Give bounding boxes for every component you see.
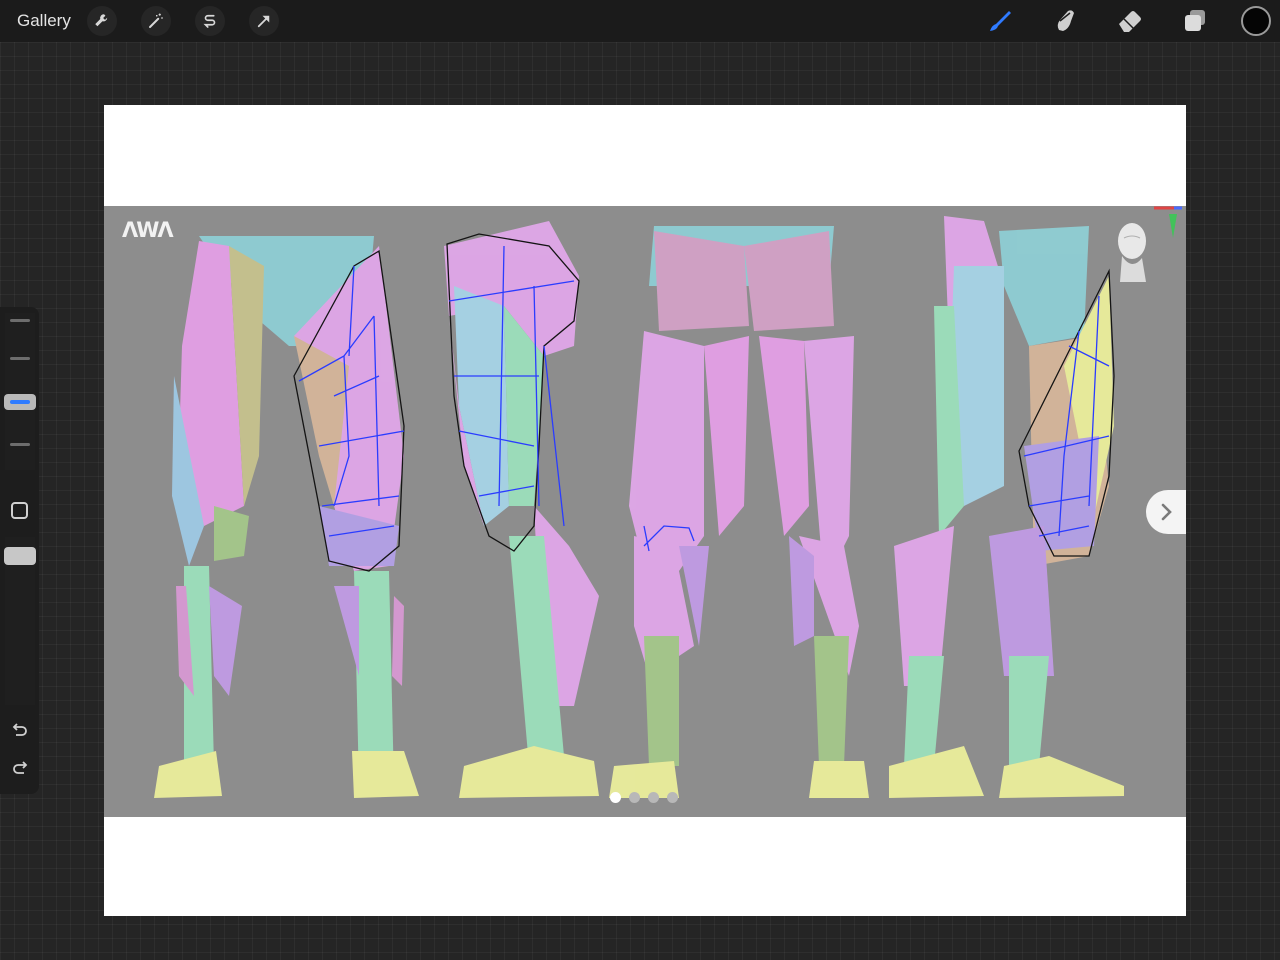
brush-icon <box>990 11 1011 31</box>
color-button[interactable] <box>1240 0 1280 42</box>
carousel-dot[interactable] <box>648 792 659 803</box>
carousel-next-button[interactable] <box>1146 490 1186 534</box>
leg-figure-front <box>154 236 419 798</box>
slider-tick <box>10 319 30 322</box>
leg-anatomy-illustration <box>154 216 1124 798</box>
right-tool-group <box>955 0 1280 42</box>
layers-button[interactable] <box>1175 0 1215 42</box>
undo-icon[interactable] <box>10 721 30 741</box>
drawing-canvas[interactable]: ΛWΛ <box>104 105 1186 916</box>
actions-button[interactable] <box>86 6 117 36</box>
slider-handle-indicator <box>10 400 30 405</box>
smudge-icon <box>1057 10 1074 32</box>
brush-tool-button[interactable] <box>980 0 1020 42</box>
smudge-tool-button[interactable] <box>1045 0 1085 42</box>
brush-size-handle[interactable] <box>4 394 36 411</box>
modify-button[interactable] <box>11 502 28 519</box>
carousel-pagination <box>610 792 678 803</box>
eraser-icon <box>1119 11 1141 32</box>
top-toolbar: Gallery <box>0 0 1280 42</box>
transform-arrow-icon <box>257 15 270 28</box>
side-toolbar <box>0 307 39 794</box>
magic-wand-icon <box>148 13 163 28</box>
logo-watermark: ΛWΛ <box>122 218 174 242</box>
current-color-swatch <box>1241 6 1271 36</box>
selection-s-icon <box>203 14 216 28</box>
slider-tick <box>10 357 30 360</box>
eraser-tool-button[interactable] <box>1110 0 1150 42</box>
slider-tick <box>10 443 30 446</box>
leg-figure-back <box>609 226 869 798</box>
gallery-button[interactable]: Gallery <box>17 11 71 31</box>
reference-image: ΛWΛ <box>104 206 1186 817</box>
transform-button[interactable] <box>248 6 279 36</box>
opacity-handle[interactable] <box>4 547 36 565</box>
carousel-dot[interactable] <box>629 792 640 803</box>
carousel-dot[interactable] <box>610 792 621 803</box>
carousel-dot[interactable] <box>667 792 678 803</box>
adjustments-button[interactable] <box>140 6 171 36</box>
wrench-icon <box>95 14 108 27</box>
layers-icon <box>1185 10 1205 31</box>
brush-size-slider[interactable] <box>5 313 35 470</box>
axis-gizmo-icon <box>1154 206 1182 238</box>
redo-icon[interactable] <box>10 759 30 779</box>
selection-button[interactable] <box>194 6 225 36</box>
leg-figure-three-quarter <box>889 216 1124 798</box>
chevron-right-icon <box>1161 503 1172 521</box>
